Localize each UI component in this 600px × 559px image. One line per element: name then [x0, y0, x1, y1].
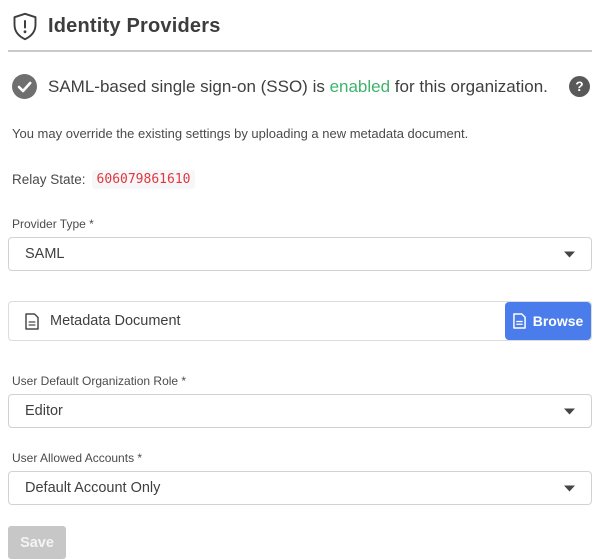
shield-exclamation-icon: [12, 12, 38, 41]
browse-button-label: Browse: [533, 313, 584, 329]
help-icon[interactable]: ?: [569, 76, 590, 97]
status-prefix: SAML-based single sign-on (SSO) is: [48, 77, 330, 96]
document-icon-white: [513, 313, 526, 329]
allowed-accounts-value: Default Account Only: [25, 480, 160, 496]
svg-text:?: ?: [575, 79, 583, 94]
check-circle-icon: [12, 74, 37, 99]
page-header: Identity Providers: [8, 8, 592, 43]
provider-type-label: Provider Type *: [8, 217, 592, 231]
save-button[interactable]: Save: [8, 526, 66, 559]
relay-state-value: 606079861610: [92, 170, 196, 189]
sso-status-text: SAML-based single sign-on (SSO) is enabl…: [48, 77, 548, 97]
default-role-select[interactable]: Editor: [8, 394, 592, 428]
identity-providers-page: Identity Providers SAML-based single sig…: [0, 0, 600, 559]
default-role-value: Editor: [25, 403, 63, 419]
default-role-label: User Default Organization Role *: [8, 374, 592, 388]
chevron-down-icon: [564, 485, 575, 492]
status-enabled: enabled: [330, 77, 391, 96]
provider-type-value: SAML: [25, 246, 65, 262]
metadata-document-row: Metadata Document Browse: [8, 301, 592, 341]
allowed-accounts-field: User Allowed Accounts * Default Account …: [8, 451, 592, 505]
allowed-accounts-label: User Allowed Accounts *: [8, 451, 592, 465]
override-description: You may override the existing settings b…: [8, 126, 592, 141]
relay-state-row: Relay State: 606079861610: [8, 170, 592, 189]
page-title: Identity Providers: [48, 15, 221, 38]
metadata-document-placeholder: Metadata Document: [50, 313, 181, 329]
default-role-field: User Default Organization Role * Editor: [8, 374, 592, 428]
relay-state-label: Relay State:: [12, 172, 86, 187]
provider-type-select[interactable]: SAML: [8, 237, 592, 271]
metadata-document-input[interactable]: Metadata Document: [9, 302, 505, 340]
chevron-down-icon: [564, 408, 575, 415]
document-icon: [25, 313, 39, 330]
provider-type-field: Provider Type * SAML: [8, 217, 592, 271]
status-suffix: for this organization.: [390, 77, 548, 96]
browse-button[interactable]: Browse: [505, 302, 591, 340]
header-divider: [8, 50, 592, 52]
sso-status-row: SAML-based single sign-on (SSO) is enabl…: [8, 74, 592, 99]
chevron-down-icon: [564, 251, 575, 258]
allowed-accounts-select[interactable]: Default Account Only: [8, 471, 592, 505]
